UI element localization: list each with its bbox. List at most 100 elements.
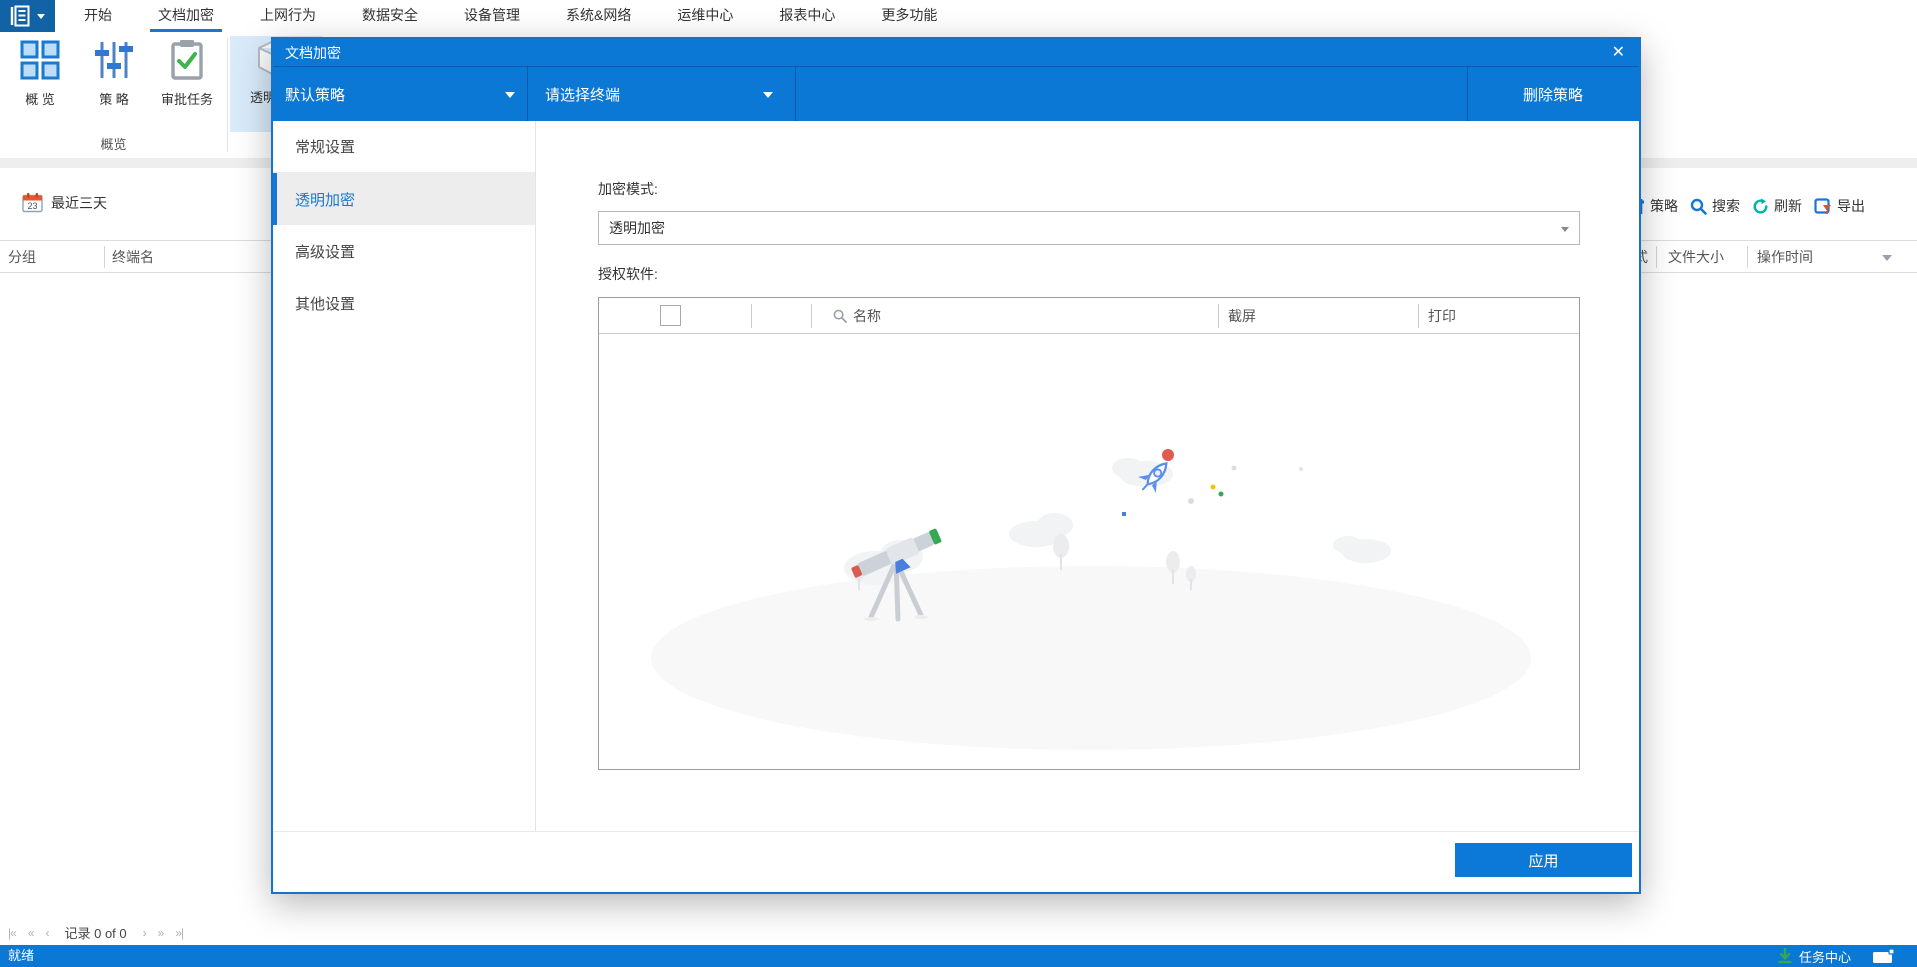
dialog-toolbar: 默认策略 请选择终端 删除策略 [273,66,1639,122]
date-filter-label: 最近三天 [51,194,107,211]
column-header-name-label: 名称 [853,308,881,324]
sliders-icon [93,38,135,82]
record-count-text: 记录 0 of 0 [64,926,127,941]
chevron-down-icon [1561,227,1569,232]
default-policy-dropdown-value: 默认策略 [285,87,346,104]
next-page-button[interactable]: › [143,926,147,940]
app-menu-button[interactable] [0,0,55,32]
empty-state-illustration [651,449,1531,750]
select-terminal-dropdown[interactable]: 请选择终端 [545,67,773,122]
tab-document-encryption[interactable]: 文档加密 [150,0,222,32]
column-divider [751,304,752,328]
column-header-print[interactable]: 打印 [1428,298,1456,334]
ribbon-policy-button[interactable]: 策 略 [76,38,152,128]
select-terminal-dropdown-value: 请选择终端 [545,87,621,104]
pagination-bar: |« « ‹ 记录 0 of 0 › » »| [8,920,184,945]
refresh-icon [1752,197,1769,215]
encrypt-mode-value: 透明加密 [609,220,665,236]
ribbon-overview-button[interactable]: 概 览 [2,38,78,128]
list-toolbar: 策略 搜索 刷新 导出 [1628,192,1865,220]
search-icon [1690,198,1707,215]
search-icon [833,309,847,323]
column-divider [1218,304,1219,328]
close-icon[interactable]: ✕ [1612,41,1625,65]
export-button[interactable]: 导出 [1814,196,1865,216]
task-center-button[interactable]: 任务中心 [1777,945,1851,967]
search-button[interactable]: 搜索 [1690,196,1740,216]
export-button-label: 导出 [1837,198,1865,214]
tab-start[interactable]: 开始 [84,0,112,32]
tab-system-network[interactable]: 系统&网络 [566,0,631,32]
ribbon-approval-tasks-label: 审批任务 [160,92,213,107]
tray-window-icon[interactable] [1873,948,1895,967]
dialog-sidebar: 常规设置 透明加密 高级设置 其他设置 [273,121,536,832]
column-header-name[interactable]: 名称 [833,298,881,334]
column-header-terminal-name[interactable]: 终端名 [112,241,154,272]
column-header-group[interactable]: 分组 [8,241,36,272]
fast-next-page-button[interactable]: » [158,926,165,940]
ribbon-policy-label: 策 略 [99,92,129,107]
dialog-content: 加密模式: 透明加密 授权软件: 名称 截屏 打印 [537,121,1639,828]
tab-more-features[interactable]: 更多功能 [881,0,937,32]
task-center-label: 任务中心 [1798,949,1851,965]
fast-prev-page-button[interactable]: « [28,926,35,940]
tab-report-center[interactable]: 报表中心 [779,0,835,32]
grid-icon [19,38,61,82]
authorized-software-table: 名称 截屏 打印 [598,297,1580,770]
column-header-file-size[interactable]: 文件大小 [1668,241,1724,272]
delete-policy-button[interactable]: 删除策略 [1467,67,1639,122]
tab-data-security[interactable]: 数据安全 [362,0,418,32]
column-filter-caret-icon[interactable] [1882,255,1892,261]
column-divider [811,304,812,328]
first-page-button[interactable]: |« [8,926,17,940]
download-arrow-icon [1777,948,1793,964]
status-ready-text: 就绪 [8,948,35,963]
toolbar-divider [795,67,796,122]
tab-ops-center[interactable]: 运维中心 [677,0,733,32]
menu-bar: 开始 文档加密 上网行为 数据安全 设备管理 系统&网络 运维中心 报表中心 更… [0,0,1917,32]
refresh-button-label: 刷新 [1774,198,1802,214]
dialog-title-bar: 文档加密 ✕ [273,39,1639,66]
column-divider [104,246,105,268]
column-header-screenshot[interactable]: 截屏 [1228,298,1256,334]
prev-page-button[interactable]: ‹ [45,926,49,940]
dialog-footer: 应用 [273,831,1639,892]
software-table-header: 名称 截屏 打印 [599,298,1579,334]
column-divider [1656,246,1657,268]
chevron-down-icon [37,13,45,19]
sidebar-item-general-settings[interactable]: 常规设置 [273,121,535,173]
clipboard-check-icon [166,38,208,82]
screen: 开始 文档加密 上网行为 数据安全 设备管理 系统&网络 运维中心 报表中心 更… [0,0,1917,967]
svg-text:23: 23 [27,201,37,211]
encrypt-mode-select[interactable]: 透明加密 [598,211,1580,245]
tab-device-management[interactable]: 设备管理 [464,0,520,32]
date-filter-recent-3-days[interactable]: 23 最近三天 [22,192,107,213]
status-bar: 就绪 任务中心 [0,945,1917,967]
ribbon-approval-tasks-button[interactable]: 审批任务 [149,38,225,128]
default-policy-dropdown[interactable]: 默认策略 [285,67,515,122]
app-list-icon [10,5,34,27]
sidebar-item-transparent-encryption[interactable]: 透明加密 [273,173,535,225]
toolbar-divider [527,67,528,122]
apply-button[interactable]: 应用 [1455,843,1632,877]
search-button-label: 搜索 [1712,198,1740,214]
sidebar-item-advanced-settings[interactable]: 高级设置 [273,225,535,277]
dialog-title: 文档加密 [285,44,341,61]
encrypt-mode-label: 加密模式: [598,181,658,197]
column-header-operation-time[interactable]: 操作时间 [1757,241,1813,272]
select-all-checkbox[interactable] [660,305,681,326]
column-divider [1747,246,1748,268]
calendar-icon: 23 [22,192,43,213]
tab-web-behavior[interactable]: 上网行为 [260,0,316,32]
chevron-down-icon [505,92,515,98]
last-page-button[interactable]: »| [175,926,184,940]
sidebar-item-other-settings[interactable]: 其他设置 [273,277,535,329]
chevron-down-icon [763,92,773,98]
document-encryption-dialog: 文档加密 ✕ 默认策略 请选择终端 删除策略 常规设置 透明加密 高级设置 其他… [271,37,1641,894]
policy-button-label: 策略 [1650,198,1678,214]
export-icon [1814,197,1832,215]
ribbon-group-divider [227,38,228,152]
refresh-button[interactable]: 刷新 [1752,196,1802,216]
ribbon-overview-label: 概 览 [25,92,55,107]
authorized-software-label: 授权软件: [598,266,658,282]
